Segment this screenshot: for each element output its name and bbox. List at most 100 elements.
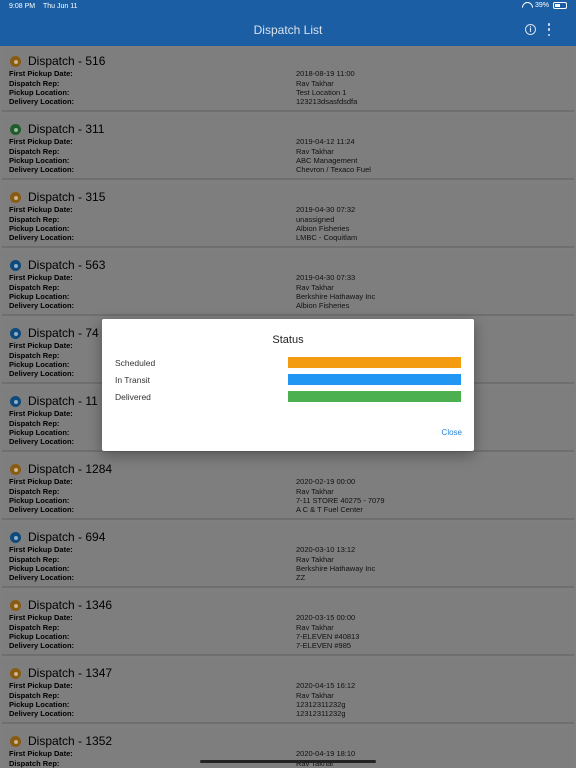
status-dot-icon xyxy=(10,56,21,67)
dispatch-title: Dispatch - 11 xyxy=(28,394,98,408)
pickup-location-label: Pickup Location: xyxy=(9,496,70,505)
status-dot-icon xyxy=(10,600,21,611)
dispatch-title: Dispatch - 315 xyxy=(28,190,106,204)
status-dot-icon xyxy=(10,396,21,407)
first-pickup-value: 2020-02-19 00:00 xyxy=(296,477,356,486)
status-dot-icon xyxy=(10,532,21,543)
legend-label-scheduled: Scheduled xyxy=(115,358,156,368)
first-pickup-value: 2020-03-10 13:12 xyxy=(296,545,356,554)
delivery-location-value: 7-ELEVEN #985 xyxy=(296,641,352,650)
dispatch-rep-value: Rav Takhar xyxy=(296,283,334,292)
status-date: Thu Jun 11 xyxy=(43,3,78,10)
dispatch-rep-label: Dispatch Rep: xyxy=(9,555,60,564)
info-icon[interactable]: i xyxy=(525,24,536,35)
status-bar: 9:08 PM Thu Jun 11 39% xyxy=(0,0,576,14)
dialog-title: Status xyxy=(272,334,304,346)
dispatch-title: Dispatch - 1284 xyxy=(28,462,113,476)
dispatch-title: Dispatch - 311 xyxy=(28,122,105,136)
status-dot-icon xyxy=(10,736,21,747)
dispatch-title: Dispatch - 563 xyxy=(28,258,106,272)
status-dialog: Status Scheduled In Transit Delivered Cl… xyxy=(102,319,474,451)
first-pickup-label: First Pickup Date: xyxy=(9,681,73,690)
dispatch-rep-label: Dispatch Rep: xyxy=(9,419,60,428)
first-pickup-label: First Pickup Date: xyxy=(9,409,73,418)
legend-color-delivered xyxy=(288,391,461,402)
dispatch-card[interactable]: Dispatch - 315 First Pickup Date: 2019-04-… xyxy=(2,184,574,248)
status-dot-icon xyxy=(10,260,21,271)
legend-label-delivered: Delivered xyxy=(115,392,151,402)
first-pickup-value: 2019-04-12 11:24 xyxy=(296,137,355,146)
status-time: 9:08 PM xyxy=(9,3,36,10)
delivery-location-label: Delivery Location: xyxy=(9,505,75,514)
legend-label-in-transit: In Transit xyxy=(115,375,150,385)
delivery-location-value: ZZ xyxy=(296,573,306,582)
first-pickup-label: First Pickup Date: xyxy=(9,69,73,78)
dispatch-card[interactable]: Dispatch - 516 First Pickup Date: 2018-08-… xyxy=(2,48,574,112)
wifi-icon xyxy=(522,2,531,9)
dispatch-card[interactable]: Dispatch - 563 First Pickup Date: 2019-04-… xyxy=(2,252,574,316)
dispatch-rep-label: Dispatch Rep: xyxy=(9,351,60,360)
pickup-location-value: Test Location 1 xyxy=(296,88,347,97)
dispatch-rep-value: unassigned xyxy=(296,215,335,224)
dispatch-title: Dispatch - 694 xyxy=(28,530,106,544)
dispatch-card[interactable]: Dispatch - 311 First Pickup Date: 2019-04-… xyxy=(2,116,574,180)
first-pickup-label: First Pickup Date: xyxy=(9,613,73,622)
pickup-location-label: Pickup Location: xyxy=(9,700,70,709)
pickup-location-label: Pickup Location: xyxy=(9,224,70,233)
first-pickup-label: First Pickup Date: xyxy=(9,477,73,486)
legend-row-in-transit: In Transit xyxy=(115,374,461,386)
dispatch-card[interactable]: Dispatch - 1347 First Pickup Date: 2020-04… xyxy=(2,660,574,724)
delivery-location-label: Delivery Location: xyxy=(9,369,75,378)
first-pickup-label: First Pickup Date: xyxy=(9,545,73,554)
status-dot-icon xyxy=(10,464,21,475)
dispatch-card[interactable]: Dispatch - 1284 First Pickup Date: 2020-02… xyxy=(2,456,574,520)
first-pickup-label: First Pickup Date: xyxy=(9,137,73,146)
dispatch-card[interactable]: Dispatch - 1346 First Pickup Date: 2020-03… xyxy=(2,592,574,656)
delivery-location-label: Delivery Location: xyxy=(9,233,75,242)
dispatch-title: Dispatch - 1347 xyxy=(28,666,113,680)
dispatch-title: Dispatch - 1352 xyxy=(28,734,113,748)
first-pickup-value: 2020-03-15 00:00 xyxy=(296,613,356,622)
pickup-location-value: ABC Management xyxy=(296,156,358,165)
first-pickup-value: 2019-04-30 07:32 xyxy=(296,205,356,214)
delivery-location-value: 123213dsasfdsdfa xyxy=(296,97,358,106)
legend-color-in-transit xyxy=(288,374,461,385)
dispatch-title: Dispatch - 516 xyxy=(28,54,106,68)
dispatch-card[interactable]: Dispatch - 694 First Pickup Date: 2020-03-… xyxy=(2,524,574,588)
pickup-location-value: 12312311232g xyxy=(296,700,346,709)
dispatch-rep-value: Rav Takhar xyxy=(296,623,334,632)
pickup-location-value: Berkshire Hathaway Inc xyxy=(296,564,376,573)
first-pickup-value: 2020-04-15 16:12 xyxy=(296,681,356,690)
dispatch-rep-label: Dispatch Rep: xyxy=(9,147,60,156)
first-pickup-value: 2018-08-19 11:00 xyxy=(296,69,355,78)
more-options-icon[interactable] xyxy=(546,23,552,36)
pickup-location-value: 7-11 STORE 40275 - 7079 xyxy=(296,496,385,505)
status-dot-icon xyxy=(10,328,21,339)
status-dot-icon xyxy=(10,668,21,679)
pickup-location-value: 7-ELEVEN #40813 xyxy=(296,632,360,641)
pickup-location-label: Pickup Location: xyxy=(9,360,70,369)
pickup-location-value: Albion Fisheries xyxy=(296,224,350,233)
delivery-location-label: Delivery Location: xyxy=(9,437,75,446)
pickup-location-label: Pickup Location: xyxy=(9,428,70,437)
first-pickup-value: 2019-04-30 07:33 xyxy=(296,273,356,282)
dispatch-rep-label: Dispatch Rep: xyxy=(9,215,60,224)
dispatch-rep-value: Rav Takhar xyxy=(296,147,334,156)
pickup-location-value: Berkshire Hathaway Inc xyxy=(296,292,376,301)
first-pickup-label: First Pickup Date: xyxy=(9,341,73,350)
pickup-location-label: Pickup Location: xyxy=(9,292,70,301)
delivery-location-value: A C & T Fuel Center xyxy=(296,505,363,514)
pickup-location-label: Pickup Location: xyxy=(9,632,70,641)
pickup-location-label: Pickup Location: xyxy=(9,156,70,165)
dispatch-rep-label: Dispatch Rep: xyxy=(9,691,60,700)
pickup-location-label: Pickup Location: xyxy=(9,564,70,573)
delivery-location-value: Chevron / Texaco Fuel xyxy=(296,165,371,174)
delivery-location-label: Delivery Location: xyxy=(9,709,75,718)
page-title: Dispatch List xyxy=(253,23,323,37)
first-pickup-label: First Pickup Date: xyxy=(9,205,73,214)
delivery-location-label: Delivery Location: xyxy=(9,165,75,174)
dispatch-title: Dispatch - 1346 xyxy=(28,598,113,612)
status-right: 39% xyxy=(522,2,567,9)
delivery-location-label: Delivery Location: xyxy=(9,97,75,106)
close-button[interactable]: Close xyxy=(442,428,462,437)
